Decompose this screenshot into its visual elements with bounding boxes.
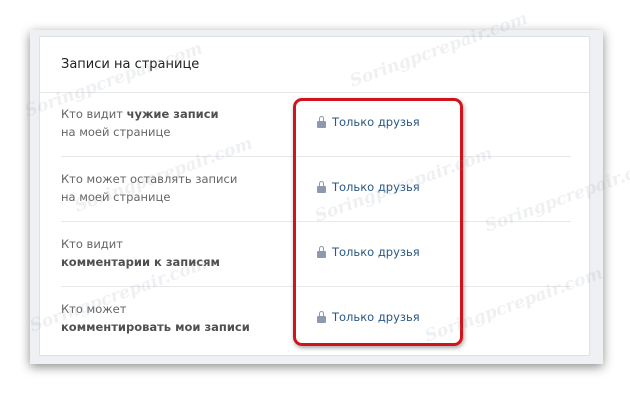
setting-label: Кто видит чужие записи на моей странице	[61, 105, 219, 141]
card-header: Записи на странице	[40, 37, 589, 93]
red-highlight-frame	[293, 98, 463, 346]
setting-label-bold: чужие записи	[126, 107, 219, 121]
setting-label-text: Кто может оставлять записи	[61, 172, 238, 186]
setting-label-text: на моей странице	[61, 190, 171, 204]
setting-label: Кто может оставлять записи на моей стран…	[61, 170, 237, 206]
setting-label-bold: комментировать мои записи	[61, 320, 250, 334]
setting-label: Кто может комментировать мои записи	[61, 300, 250, 336]
setting-label-text: Кто видит	[61, 237, 123, 251]
setting-label-text: Кто видит	[61, 107, 127, 121]
setting-label-text: Кто может	[61, 302, 127, 316]
setting-label-text: на моей странице	[61, 125, 171, 139]
setting-label-bold: комментарии к записям	[61, 255, 220, 269]
setting-label: Кто видит комментарии к записям	[61, 235, 220, 271]
section-title: Записи на странице	[61, 57, 200, 72]
